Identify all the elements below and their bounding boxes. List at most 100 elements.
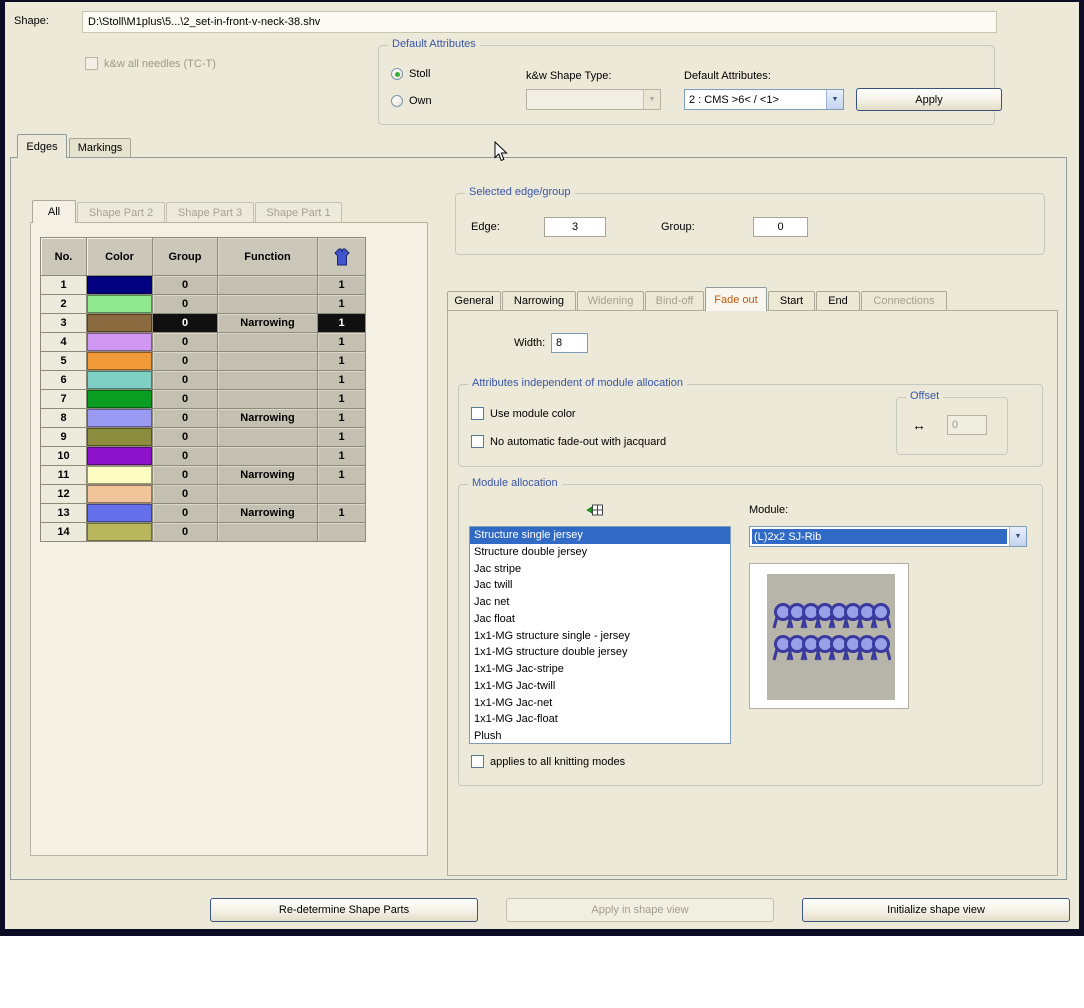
edge-no-cell[interactable]: 3: [41, 314, 87, 333]
edge-flag-cell[interactable]: 1: [318, 428, 366, 447]
tab-edges[interactable]: Edges: [17, 134, 67, 158]
edge-color-swatch[interactable]: [87, 333, 153, 352]
edge-function-cell[interactable]: [218, 276, 318, 295]
edge-color-swatch[interactable]: [87, 523, 153, 542]
table-row[interactable]: 1 0 1: [41, 276, 366, 295]
tab-narrowing[interactable]: Narrowing: [502, 291, 576, 310]
edge-function-cell[interactable]: [218, 523, 318, 542]
table-row[interactable]: 7 0 1: [41, 390, 366, 409]
edge-no-cell[interactable]: 11: [41, 466, 87, 485]
kw-all-needles-checkbox[interactable]: k&w all needles (TC-T): [85, 57, 216, 70]
subtab-all[interactable]: All: [32, 200, 76, 223]
edge-color-swatch[interactable]: [87, 485, 153, 504]
table-row-selected[interactable]: 3 0 Narrowing 1: [41, 314, 366, 333]
edge-no-cell[interactable]: 13: [41, 504, 87, 523]
edge-flag-cell[interactable]: [318, 523, 366, 542]
module-type-listbox[interactable]: Structure single jersey Structure double…: [469, 526, 731, 744]
list-item[interactable]: Jac stripe: [470, 561, 730, 578]
edge-color-swatch[interactable]: [87, 390, 153, 409]
edge-flag-cell[interactable]: [318, 485, 366, 504]
list-item[interactable]: Jac twill: [470, 577, 730, 594]
edge-group-cell[interactable]: 0: [153, 276, 218, 295]
edge-no-cell[interactable]: 8: [41, 409, 87, 428]
edge-no-cell[interactable]: 9: [41, 428, 87, 447]
subtab-shape-part-3[interactable]: Shape Part 3: [166, 202, 254, 222]
edge-no-cell[interactable]: 14: [41, 523, 87, 542]
edge-no-cell[interactable]: 5: [41, 352, 87, 371]
edge-function-cell[interactable]: [218, 390, 318, 409]
edge-function-cell[interactable]: Narrowing: [218, 466, 318, 485]
list-item[interactable]: 1x1-MG Jac-float: [470, 711, 730, 728]
edge-group-cell[interactable]: 0: [153, 333, 218, 352]
list-item[interactable]: 1x1-MG structure single - jersey: [470, 628, 730, 645]
edge-value-field[interactable]: 3: [544, 217, 606, 237]
edge-flag-cell[interactable]: 1: [318, 371, 366, 390]
edge-function-cell[interactable]: [218, 371, 318, 390]
edge-function-cell[interactable]: [218, 352, 318, 371]
edge-function-cell[interactable]: [218, 447, 318, 466]
list-item[interactable]: Structure double jersey: [470, 544, 730, 561]
edge-flag-cell[interactable]: 1: [318, 314, 366, 333]
edge-flag-cell[interactable]: 1: [318, 333, 366, 352]
edge-color-swatch[interactable]: [87, 314, 153, 333]
list-item[interactable]: Jac float: [470, 611, 730, 628]
edge-no-cell[interactable]: 4: [41, 333, 87, 352]
stoll-radio[interactable]: Stoll: [391, 68, 430, 80]
edge-no-cell[interactable]: 2: [41, 295, 87, 314]
edge-color-swatch[interactable]: [87, 409, 153, 428]
initialize-shape-view-button[interactable]: Initialize shape view: [802, 898, 1070, 922]
edge-group-cell[interactable]: 0: [153, 314, 218, 333]
list-item[interactable]: 1x1-MG Jac-stripe: [470, 661, 730, 678]
tab-end[interactable]: End: [816, 291, 860, 310]
list-item[interactable]: 1x1-MG Jac-net: [470, 695, 730, 712]
edge-group-cell[interactable]: 0: [153, 371, 218, 390]
edge-no-cell[interactable]: 10: [41, 447, 87, 466]
edge-function-cell[interactable]: [218, 428, 318, 447]
edge-no-cell[interactable]: 12: [41, 485, 87, 504]
edge-color-swatch[interactable]: [87, 466, 153, 485]
list-item[interactable]: 1x1-MG Jac-twill: [470, 678, 730, 695]
subtab-shape-part-2[interactable]: Shape Part 2: [77, 202, 165, 222]
tab-start[interactable]: Start: [768, 291, 815, 310]
apply-in-shape-view-button[interactable]: Apply in shape view: [506, 898, 774, 922]
edge-group-cell[interactable]: 0: [153, 504, 218, 523]
table-row[interactable]: 8 0 Narrowing 1: [41, 409, 366, 428]
edge-color-swatch[interactable]: [87, 428, 153, 447]
own-radio[interactable]: Own: [391, 95, 432, 107]
edge-group-cell[interactable]: 0: [153, 390, 218, 409]
edge-color-swatch[interactable]: [87, 371, 153, 390]
edge-function-cell[interactable]: [218, 485, 318, 504]
edge-no-cell[interactable]: 7: [41, 390, 87, 409]
edge-flag-cell[interactable]: 1: [318, 295, 366, 314]
edge-flag-cell[interactable]: 1: [318, 466, 366, 485]
list-item-selected[interactable]: Structure single jersey: [470, 527, 730, 544]
tab-bind-off[interactable]: Bind-off: [645, 291, 704, 310]
edge-flag-cell[interactable]: 1: [318, 276, 366, 295]
edge-no-cell[interactable]: 1: [41, 276, 87, 295]
edge-group-cell[interactable]: 0: [153, 447, 218, 466]
edge-group-cell[interactable]: 0: [153, 485, 218, 504]
table-row[interactable]: 12 0: [41, 485, 366, 504]
edge-function-cell[interactable]: Narrowing: [218, 504, 318, 523]
table-row[interactable]: 9 0 1: [41, 428, 366, 447]
edge-function-cell[interactable]: Narrowing: [218, 314, 318, 333]
table-row[interactable]: 2 0 1: [41, 295, 366, 314]
list-item[interactable]: 1x1-MG structure double jersey: [470, 644, 730, 661]
edge-no-cell[interactable]: 6: [41, 371, 87, 390]
shape-path-field[interactable]: D:\Stoll\M1plus\5...\2_set-in-front-v-ne…: [82, 11, 997, 33]
edge-color-swatch[interactable]: [87, 504, 153, 523]
tab-fade-out[interactable]: Fade out: [705, 287, 767, 311]
group-value-field[interactable]: 0: [753, 217, 808, 237]
table-row[interactable]: 5 0 1: [41, 352, 366, 371]
tab-markings[interactable]: Markings: [69, 138, 131, 157]
edge-flag-cell[interactable]: 1: [318, 504, 366, 523]
edge-group-cell[interactable]: 0: [153, 352, 218, 371]
subtab-shape-part-1[interactable]: Shape Part 1: [255, 202, 342, 222]
edge-function-cell[interactable]: [218, 295, 318, 314]
table-row[interactable]: 4 0 1: [41, 333, 366, 352]
edge-color-swatch[interactable]: [87, 295, 153, 314]
table-row[interactable]: 10 0 1: [41, 447, 366, 466]
table-row[interactable]: 14 0: [41, 523, 366, 542]
edge-color-swatch[interactable]: [87, 352, 153, 371]
edge-function-cell[interactable]: [218, 333, 318, 352]
